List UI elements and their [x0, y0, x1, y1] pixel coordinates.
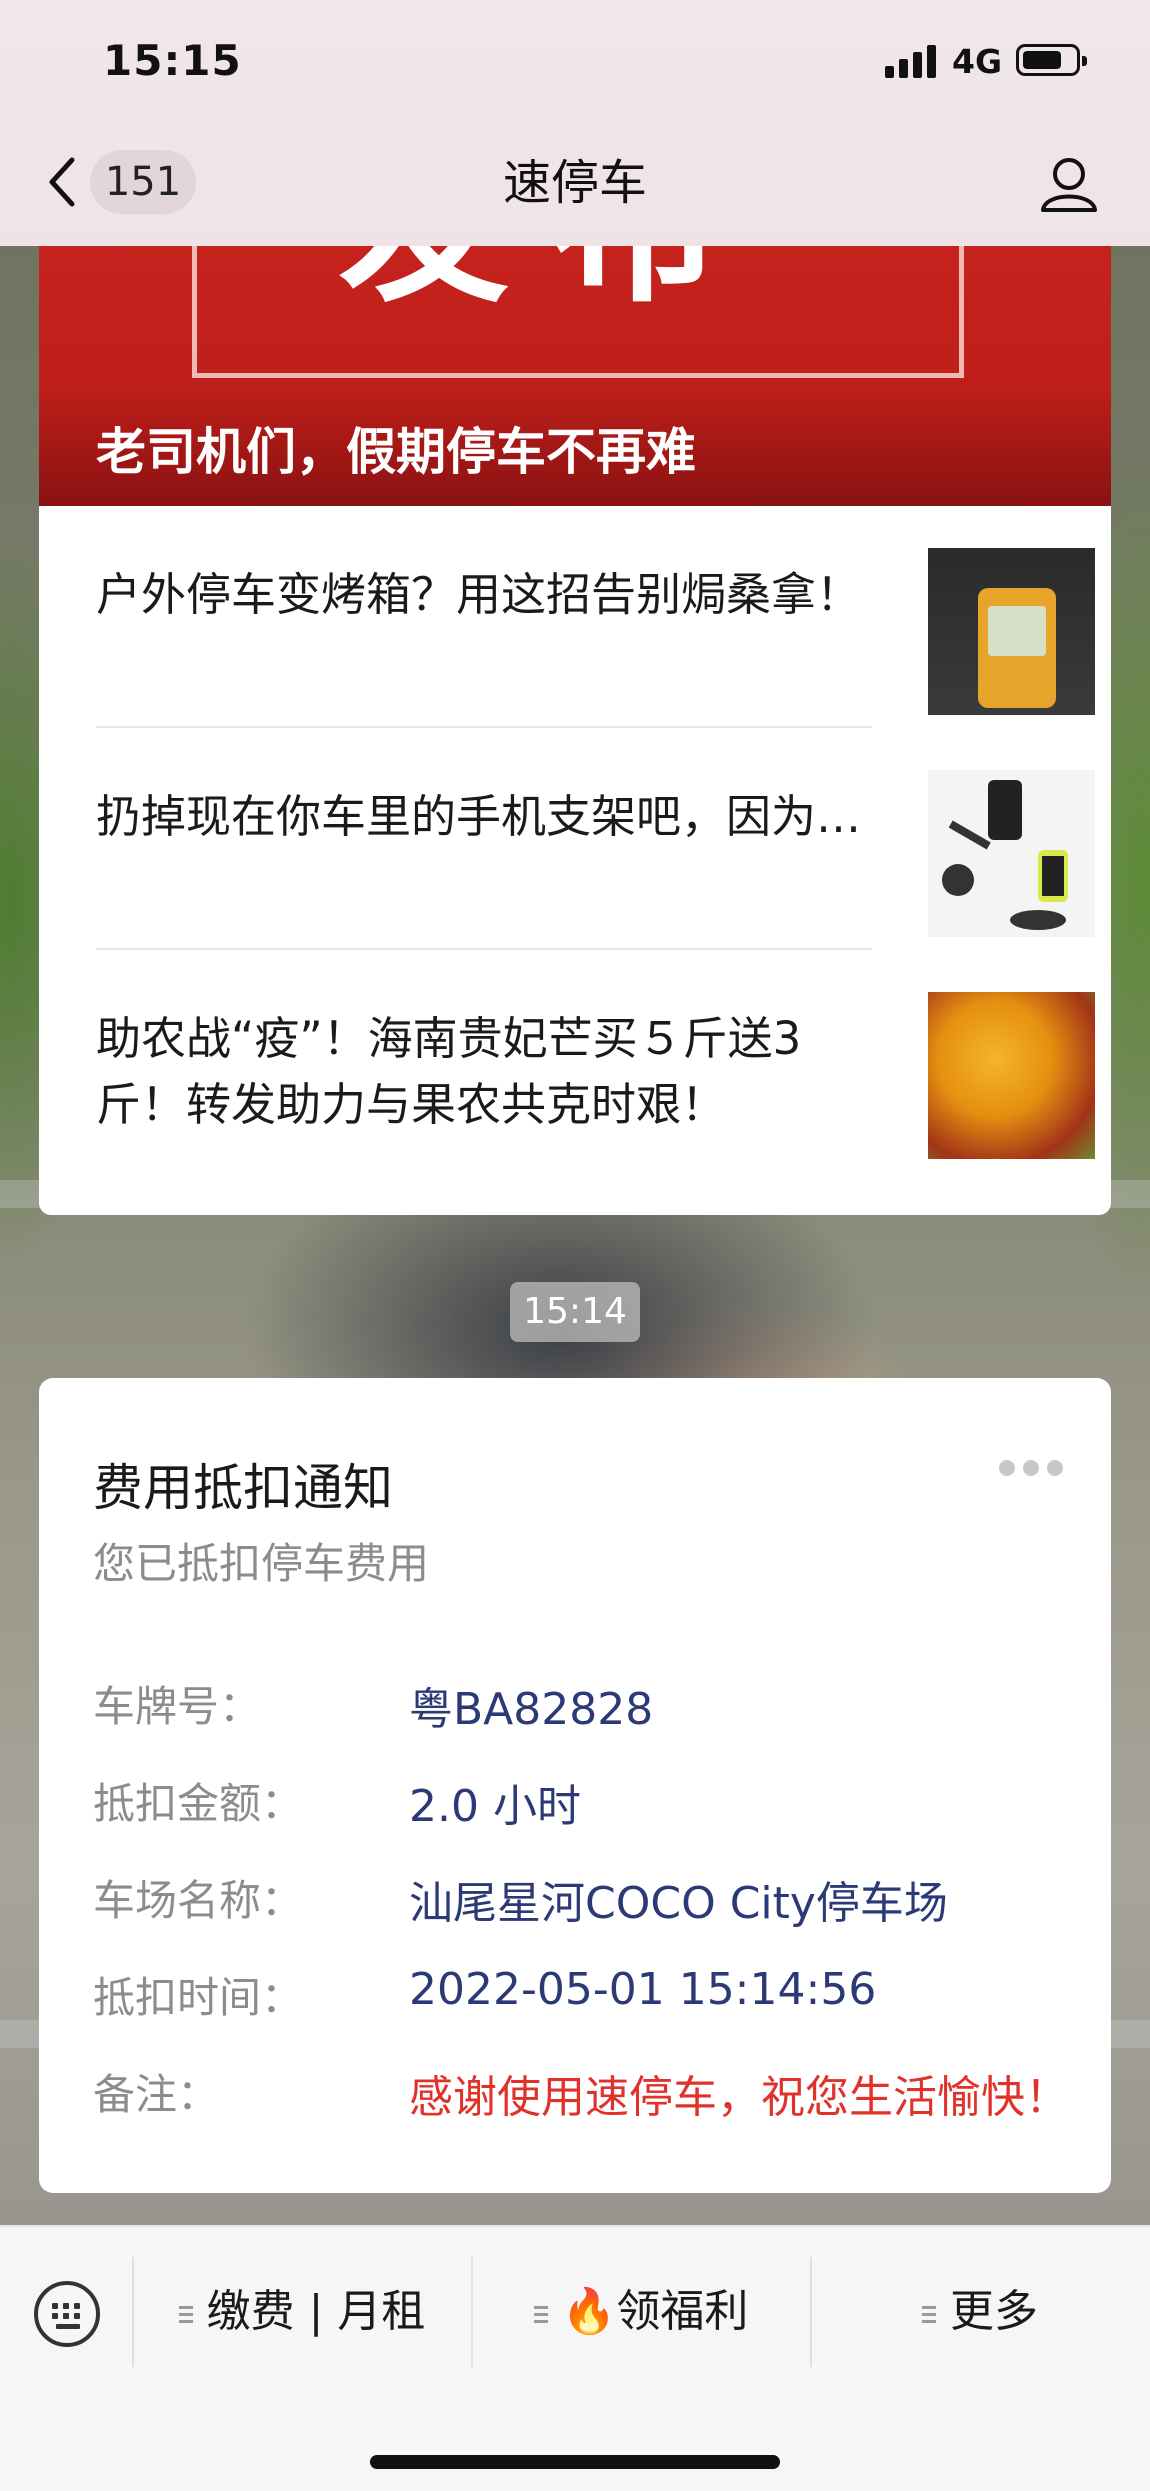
- row-value: 感谢使用速停车，祝您生活愉快！: [409, 2072, 1069, 2123]
- network-label: 4G: [952, 42, 1003, 81]
- notification-card[interactable]: 费用抵扣通知 您已抵扣停车费用 车牌号： 粤BA82828 抵扣金额： 2.0 …: [39, 1378, 1111, 2193]
- row-label: 车牌号：: [93, 1682, 262, 1731]
- signal-icon: [885, 44, 937, 78]
- row-label: 抵扣时间：: [93, 1973, 304, 2022]
- menu-item-payment[interactable]: 缴费 | 月租: [134, 2257, 470, 2367]
- detail-row-parking-lot: 车场名称： 汕尾星河COCO City停车场: [93, 1867, 1093, 1929]
- menu-item-label: 🔥领福利: [561, 2286, 749, 2337]
- detail-row-remark: 备注： 感谢使用速停车，祝您生活愉快！: [93, 2061, 1093, 2123]
- row-value: 粤BA82828: [409, 1684, 654, 1735]
- row-value: 汕尾星河COCO City停车场: [409, 1878, 948, 1929]
- article-thumbnail: [928, 992, 1095, 1159]
- row-label: 抵扣金额：: [93, 1779, 304, 1828]
- submenu-icon: [178, 2302, 193, 2327]
- home-indicator[interactable]: [370, 2455, 780, 2469]
- submenu-icon: [533, 2302, 548, 2327]
- status-time: 15:15: [103, 36, 242, 85]
- menu-item-label: 缴费 | 月租: [206, 2286, 426, 2337]
- notification-subtitle: 您已抵扣停车费用: [93, 1539, 430, 1588]
- row-label: 备注：: [93, 2070, 220, 2119]
- article-title: 扔掉现在你车里的手机支架吧，因为…: [96, 790, 862, 843]
- row-label: 车场名称：: [93, 1876, 304, 1925]
- bottom-menu-bar: 缴费 | 月租 🔥领福利 更多: [0, 2225, 1150, 2491]
- row-value: 2.0 小时: [409, 1781, 581, 1832]
- profile-icon[interactable]: [1037, 152, 1101, 216]
- menu-item-label: 更多: [950, 2286, 1038, 2337]
- page-title: 速停车: [502, 155, 647, 211]
- top-bar: 15:15 4G 151 速停车: [0, 0, 1150, 246]
- article-title: 助农战“疫”！海南贵妃芒买５斤送3斤！转发助力与果农共克时艰！: [96, 1012, 802, 1131]
- article-item[interactable]: 户外停车变烤箱？用这招告别焗桑拿！: [96, 506, 1111, 728]
- submenu-icon: [922, 2302, 936, 2327]
- more-options-icon[interactable]: [999, 1460, 1063, 1480]
- keyboard-icon[interactable]: [34, 2281, 100, 2347]
- menu-item-more[interactable]: 更多: [812, 2257, 1148, 2367]
- detail-row-amount: 抵扣金额： 2.0 小时: [93, 1770, 1093, 1832]
- banner-caption: 老司机们，假期停车不再难: [96, 423, 696, 481]
- battery-icon: [1016, 44, 1087, 76]
- article-title: 户外停车变烤箱？用这招告别焗桑拿！: [96, 568, 862, 621]
- article-item[interactable]: 扔掉现在你车里的手机支架吧，因为…: [96, 728, 1111, 950]
- article-thumbnail: [928, 770, 1095, 937]
- article-card[interactable]: 发布 老司机们，假期停车不再难 户外停车变烤箱？用这招告别焗桑拿！ 扔掉现在你车…: [39, 200, 1111, 1215]
- notification-title: 费用抵扣通知: [93, 1459, 393, 1517]
- detail-row-plate: 车牌号： 粤BA82828: [93, 1673, 1093, 1735]
- row-value: 2022-05-01 15:14:56: [409, 1964, 877, 2015]
- menu-item-benefits[interactable]: 🔥领福利: [473, 2257, 809, 2367]
- detail-row-time: 抵扣时间： 2022-05-01 15:14:56: [93, 1964, 1093, 2024]
- message-timestamp: 15:14: [510, 1282, 640, 1342]
- article-thumbnail: [928, 548, 1095, 715]
- article-item[interactable]: 助农战“疫”！海南贵妃芒买５斤送3斤！转发助力与果农共克时艰！: [96, 950, 1111, 1172]
